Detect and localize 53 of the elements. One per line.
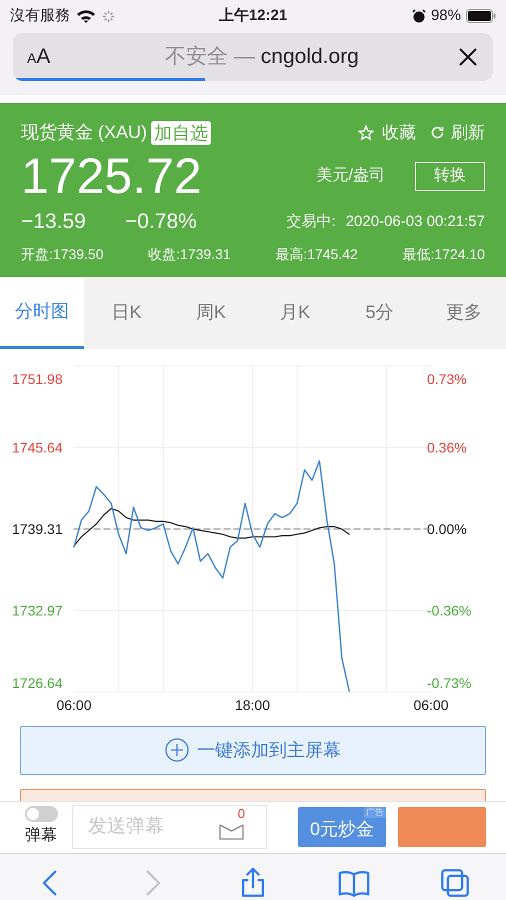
close-icon[interactable] bbox=[457, 46, 479, 68]
y-axis-label: 1726.64 bbox=[12, 674, 63, 691]
chart-tab[interactable]: 月K bbox=[252, 276, 338, 349]
convert-button[interactable]: 转换 bbox=[415, 162, 485, 190]
star-icon bbox=[358, 124, 374, 140]
message-count: 0 bbox=[238, 807, 245, 820]
chart-tab[interactable]: 分时图 bbox=[0, 276, 84, 349]
price-stat: 收盘:1739.31 bbox=[148, 244, 231, 264]
price-stat: 最高:1745.42 bbox=[275, 244, 358, 264]
wifi-icon bbox=[76, 9, 96, 23]
x-axis-label: 06:00 bbox=[56, 696, 92, 713]
danmaku-toggle[interactable] bbox=[24, 806, 58, 822]
battery-percent: 98% bbox=[430, 6, 461, 26]
address-bar[interactable]: AA 不安全 — cngold.org bbox=[13, 33, 493, 81]
y-axis-label: 1739.31 bbox=[12, 520, 63, 537]
alarm-icon bbox=[412, 9, 426, 23]
plus-icon bbox=[165, 738, 189, 762]
trade-datetime: 2020-06-03 00:21:57 bbox=[346, 212, 485, 232]
carrier-label: 沒有服務 bbox=[10, 6, 70, 26]
percent-label: -0.73% bbox=[427, 674, 472, 691]
chart-tab[interactable]: 日K bbox=[84, 276, 169, 349]
ad-tag: 广告 bbox=[364, 807, 386, 818]
x-axis-label: 06:00 bbox=[413, 696, 449, 713]
instrument-name: 现货黄金 (XAU) bbox=[21, 121, 147, 144]
y-axis-label: 1751.98 bbox=[12, 370, 63, 387]
price-value: 1725.72 bbox=[21, 148, 202, 204]
percent-label: 0.36% bbox=[427, 439, 467, 456]
price-change: −13.59 bbox=[21, 209, 87, 235]
refresh-button[interactable]: 刷新 bbox=[430, 120, 485, 146]
y-axis-label: 1745.64 bbox=[12, 439, 63, 456]
add-to-home-button[interactable]: 一键添加到主屏幕 bbox=[20, 726, 486, 775]
add-watchlist-button[interactable]: 加自选 bbox=[151, 120, 211, 144]
loading-icon bbox=[102, 10, 115, 22]
text-size-button[interactable]: AA bbox=[27, 41, 67, 73]
battery-icon bbox=[466, 9, 496, 23]
url-text: 不安全 — cngold.org bbox=[164, 44, 360, 70]
danmaku-label: 弹幕 bbox=[25, 826, 57, 846]
x-axis-label: 18:00 bbox=[234, 696, 270, 713]
unit-label: 美元/盎司 bbox=[316, 166, 385, 186]
chart-tab[interactable]: 5分 bbox=[337, 276, 422, 349]
percent-label: -0.36% bbox=[427, 602, 472, 618]
trading-status: 交易中: bbox=[286, 212, 336, 232]
chart-tab[interactable]: 更多 bbox=[422, 276, 506, 349]
percent-label: 0.00% bbox=[427, 520, 467, 537]
favorite-button[interactable]: 收藏 bbox=[358, 120, 416, 146]
percent-label: 0.73% bbox=[427, 370, 467, 387]
chart-tab[interactable]: 周K bbox=[168, 276, 253, 349]
price-stat: 开盘:1739.50 bbox=[21, 244, 104, 264]
y-axis-label: 1732.97 bbox=[12, 602, 63, 618]
clock-time: 上午12:21 bbox=[218, 6, 288, 26]
refresh-icon bbox=[430, 125, 445, 140]
price-stat: 最低:1724.10 bbox=[402, 244, 485, 264]
change-percent: −0.78% bbox=[125, 209, 197, 235]
